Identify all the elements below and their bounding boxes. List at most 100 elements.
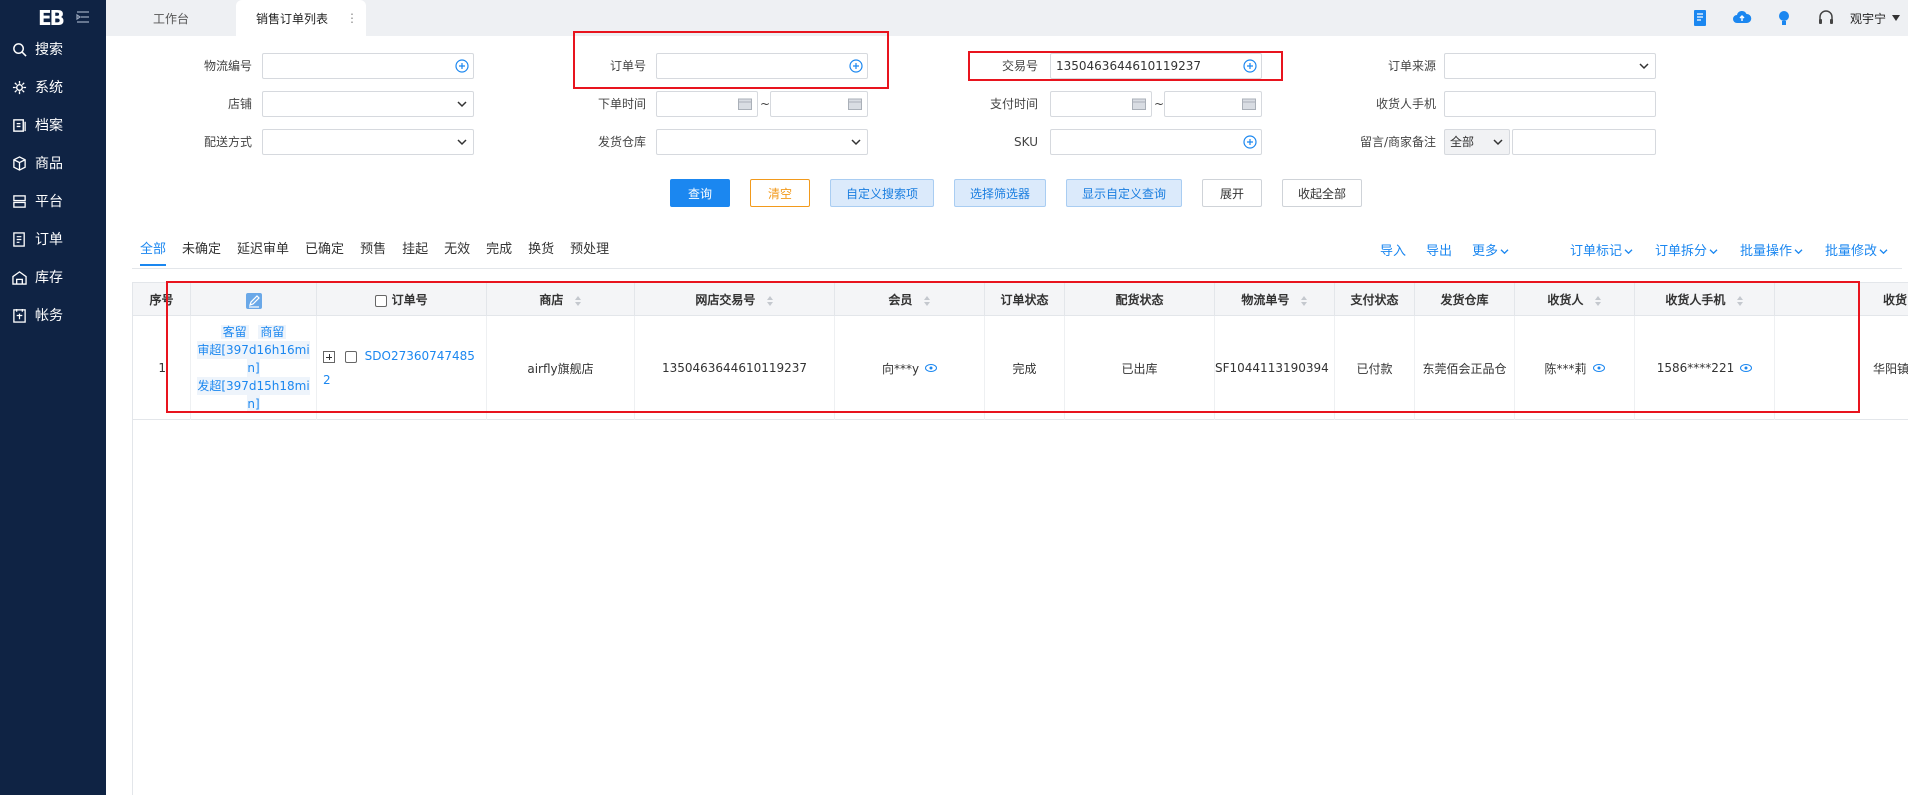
lightbulb-icon[interactable] [1774,8,1794,28]
receiver-phone-input[interactable] [1444,91,1656,117]
sidebar-item-label: 档案 [35,118,63,134]
order-source-select[interactable] [1444,53,1656,79]
status-tab-all[interactable]: 全部 [140,240,167,266]
sidebar-item-account[interactable]: 帐务 [0,300,106,330]
remark-type-select[interactable]: 全部 [1444,129,1510,155]
import-link[interactable]: 导入 [1380,240,1406,259]
more-menu[interactable]: 更多 [1472,240,1509,259]
sidebar-item-goods[interactable]: 商品 [0,148,106,178]
remark-input[interactable] [1512,129,1656,155]
tab-sales-order-list[interactable]: 销售订单列表 ⋮ [236,0,366,36]
user-menu-caret-icon[interactable] [1892,15,1900,21]
logistics-no-label: 物流编号 [203,59,252,73]
sidebar-item-order[interactable]: 订单 [0,224,106,254]
sidebar-item-label: 平台 [35,194,63,210]
calendar-icon[interactable] [738,98,752,110]
chevron-down-icon [1879,249,1888,255]
order-time-start[interactable] [656,91,758,117]
custom-search-button[interactable]: 自定义搜索项 [830,179,934,207]
order-split-menu[interactable]: 订单拆分 [1655,240,1718,259]
order-time-end[interactable] [770,91,868,117]
chevron-down-icon [1639,63,1649,70]
menu-collapse-icon[interactable] [76,10,90,24]
top-bar: 工作台 销售订单列表 ⋮ 观宇宁 [106,0,1908,36]
batch-edit-menu[interactable]: 批量修改 [1825,240,1888,259]
notebook-icon[interactable] [1690,8,1710,28]
add-circle-icon[interactable] [1243,135,1257,149]
sidebar-item-platform[interactable]: 平台 [0,186,106,216]
chevron-down-icon [851,139,861,146]
pay-time-label: 支付时间 [989,97,1038,111]
order-icon [13,231,25,247]
search-row-2: 店铺 下单时间 ~ 支付时间 ~ 收货人手机 [106,89,1908,119]
top-icons: 观宇宁 [1668,0,1908,36]
tab-more-icon[interactable]: ⋮ [346,11,358,25]
sidebar-item-label: 系统 [35,80,63,96]
select-filter-button[interactable]: 选择筛选器 [954,179,1046,207]
clear-button[interactable]: 清空 [750,179,810,207]
highlight-trade-no [968,51,1283,81]
order-split-label: 订单拆分 [1655,244,1708,259]
warehouse-select[interactable] [656,129,868,155]
status-tab-suspended[interactable]: 挂起 [402,240,428,266]
search-icon [13,42,27,57]
status-tab-delayed-review[interactable]: 延迟审单 [237,240,289,266]
order-mark-menu[interactable]: 订单标记 [1570,240,1633,259]
remark-label: 留言/商家备注 [1359,135,1436,149]
sidebar-item-label: 商品 [35,156,63,172]
batch-operation-label: 批量操作 [1740,244,1793,259]
delivery-method-label: 配送方式 [203,135,252,149]
cloud-upload-icon[interactable] [1732,8,1752,28]
remark-type-value: 全部 [1450,135,1475,149]
user-name[interactable]: 观宇宁 [1850,10,1886,27]
calendar-icon[interactable] [1242,98,1256,110]
shop-select[interactable] [262,91,474,117]
show-custom-query-button[interactable]: 显示自定义查询 [1066,179,1182,207]
chevron-down-icon [1493,139,1503,146]
status-tab-complete[interactable]: 完成 [486,240,512,266]
status-tab-invalid[interactable]: 无效 [444,240,470,266]
sidebar-item-stock[interactable]: 库存 [0,262,106,292]
status-tab-confirmed[interactable]: 已确定 [305,240,344,266]
status-tab-exchange[interactable]: 换货 [528,240,554,266]
chevron-down-icon [457,139,467,146]
range-separator: ~ [1154,97,1165,111]
calendar-icon[interactable] [848,98,862,110]
headset-icon[interactable] [1816,8,1836,28]
chevron-down-icon [1624,249,1633,255]
pay-time-start[interactable] [1050,91,1152,117]
export-link[interactable]: 导出 [1426,240,1452,259]
col-last: 收货 [1882,293,1907,307]
sku-input[interactable] [1050,129,1262,155]
box-icon [13,155,26,171]
batch-operation-menu[interactable]: 批量操作 [1740,240,1803,259]
delivery-method-select[interactable] [262,129,474,155]
sidebar-item-archive[interactable]: 档案 [0,110,106,140]
order-time-label: 下单时间 [597,97,646,111]
calendar-icon[interactable] [1132,98,1146,110]
status-tab-unconfirmed[interactable]: 未确定 [182,240,221,266]
more-label: 更多 [1472,244,1499,259]
tab-workbench[interactable]: 工作台 [106,0,236,36]
pay-time-end[interactable] [1164,91,1262,117]
sku-label: SKU [1014,135,1038,149]
batch-edit-label: 批量修改 [1825,244,1878,259]
add-circle-icon[interactable] [455,59,469,73]
collapse-all-button[interactable]: 收起全部 [1282,179,1362,207]
tabs-divider [132,268,1902,269]
query-button[interactable]: 查询 [670,179,730,207]
platform-icon [13,194,26,208]
chevron-down-icon [1709,249,1718,255]
sidebar: EB 搜索 系统 档案 商品 平台 订单 库存 帐务 [0,0,106,795]
status-tab-presale[interactable]: 预售 [360,240,386,266]
highlight-order-no [573,31,889,89]
sidebar-item-system[interactable]: 系统 [0,72,106,102]
sidebar-item-label: 帐务 [35,308,63,324]
tab-label: 销售订单列表 [256,11,329,26]
expand-button[interactable]: 展开 [1202,179,1262,207]
chevron-down-icon [457,101,467,108]
logistics-no-input[interactable] [262,53,474,79]
status-tab-preprocess[interactable]: 预处理 [570,240,609,266]
sidebar-item-search[interactable]: 搜索 [0,34,106,64]
status-tabs: 全部 未确定 延迟审单 已确定 预售 挂起 无效 完成 换货 预处理 [140,240,625,266]
